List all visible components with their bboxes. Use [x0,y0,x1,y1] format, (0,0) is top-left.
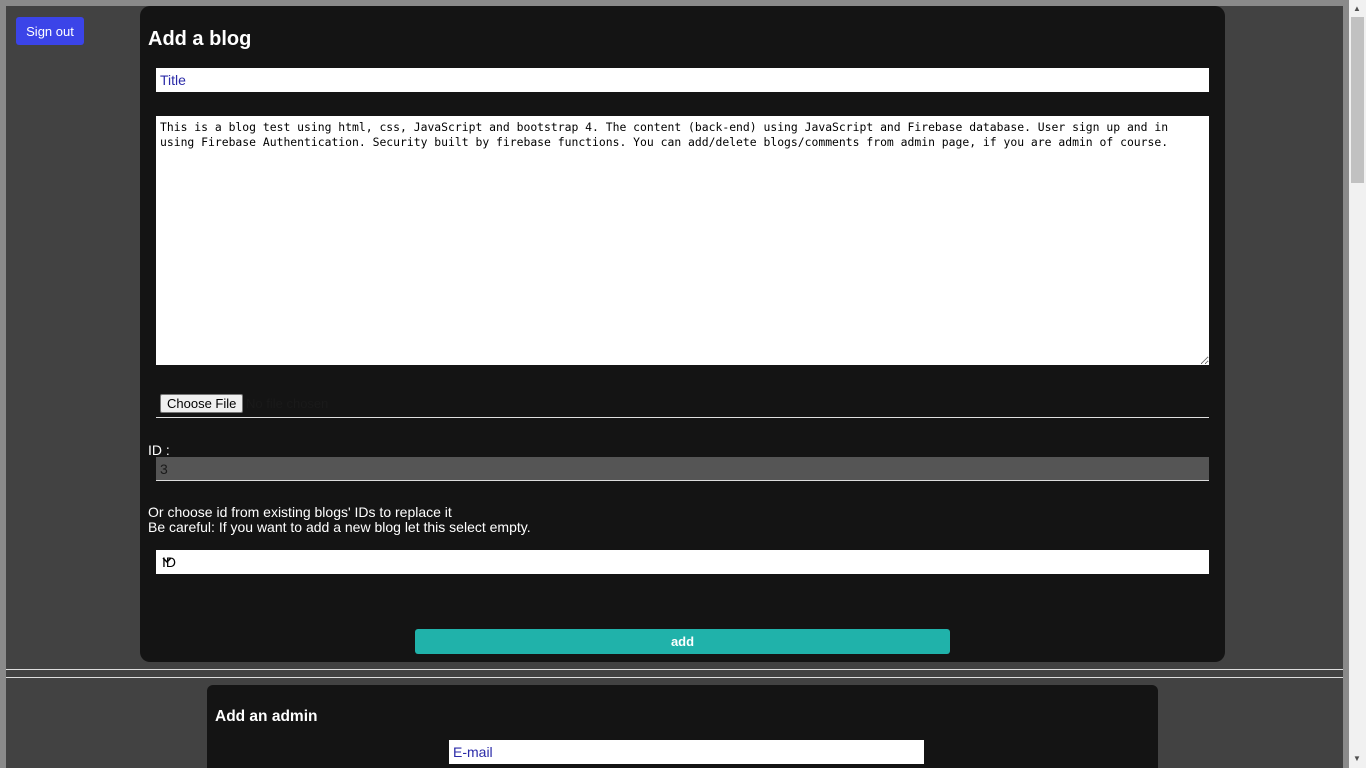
admin-email-input[interactable] [449,740,924,764]
id-label: ID : [148,442,170,458]
scroll-down-arrow-icon[interactable]: ▼ [1353,754,1361,763]
file-upload-row: Choose File No file chosen [156,392,1209,418]
scrollbar-thumb[interactable] [1351,17,1364,183]
sign-out-button[interactable]: Sign out [16,17,84,45]
add-blog-button[interactable]: add [415,629,950,654]
add-blog-card: Add a blog This is a blog test using htm… [140,6,1225,662]
chevron-down-icon [162,554,1205,568]
vertical-scrollbar[interactable]: ▲ ▼ [1349,0,1366,768]
divider-top [6,669,1343,670]
choose-file-button[interactable]: Choose File [160,394,244,413]
file-status-text: No file chosen [246,396,329,411]
replace-id-note: Or choose id from existing blogs' IDs to… [148,505,531,535]
id-input[interactable] [156,457,1209,481]
note-line-1: Or choose id from existing blogs' IDs to… [148,504,452,520]
divider-bottom [6,677,1343,678]
blog-content-textarea[interactable]: This is a blog test using html, css, Jav… [156,116,1209,365]
add-admin-card: Add an admin [207,685,1158,768]
page-viewport: Sign out Add a blog This is a blog test … [6,6,1343,768]
existing-id-select[interactable]: ID [156,550,1209,574]
scroll-up-arrow-icon[interactable]: ▲ [1353,4,1361,13]
note-line-2: Be careful: If you want to add a new blo… [148,519,531,535]
add-blog-heading: Add a blog [148,28,252,50]
blog-title-input[interactable] [156,68,1209,92]
add-admin-heading: Add an admin [215,708,318,725]
